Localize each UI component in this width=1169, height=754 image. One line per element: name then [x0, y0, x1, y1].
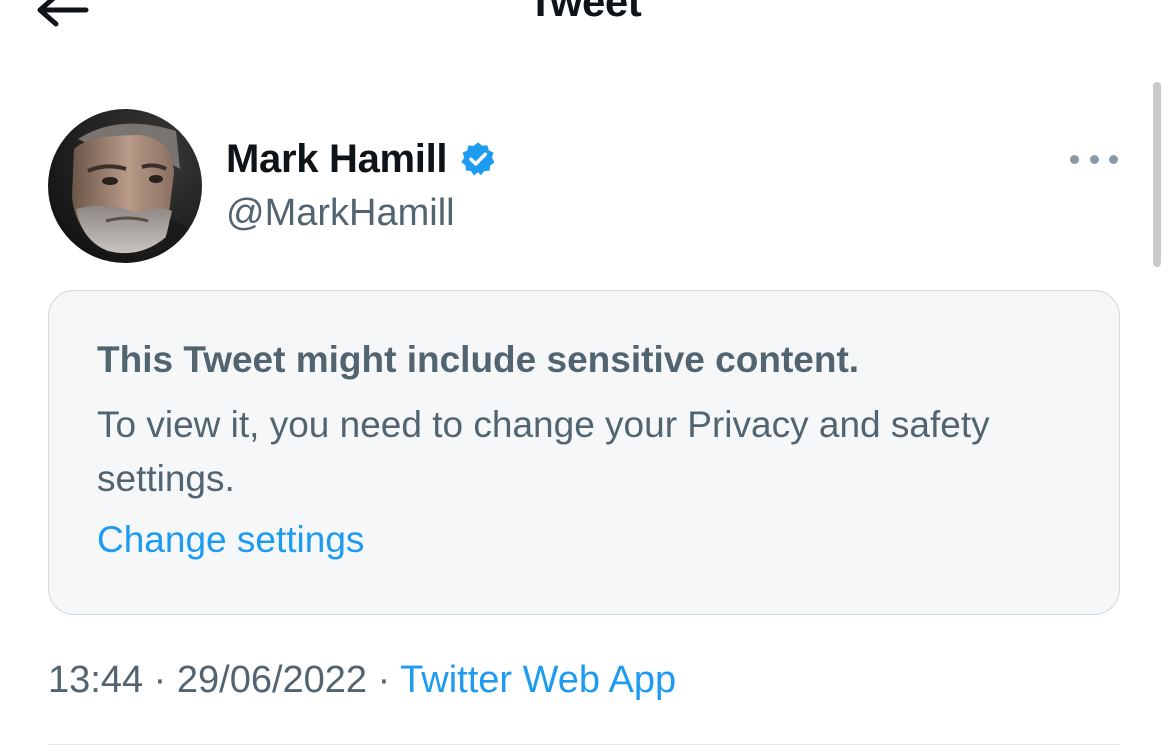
more-options-icon[interactable] — [1070, 145, 1118, 173]
tweet-source-link[interactable]: Twitter Web App — [400, 659, 676, 701]
more-dot — [1089, 154, 1099, 164]
notice-title: This Tweet might include sensitive conte… — [97, 339, 860, 380]
author-name[interactable]: Mark Hamill — [226, 137, 448, 182]
meta-separator: · — [367, 659, 401, 701]
avatar[interactable] — [48, 109, 202, 263]
notice-body: To view it, you need to change your Priv… — [97, 404, 990, 499]
meta-separator: · — [143, 659, 177, 701]
tweet-meta: 13:44 · 29/06/2022 · Twitter Web App — [48, 659, 676, 702]
divider — [48, 744, 1120, 745]
page-title: Tweet — [527, 0, 642, 25]
author-handle[interactable]: @MarkHamill — [226, 192, 455, 235]
scrollbar-thumb[interactable] — [1153, 82, 1161, 267]
verified-badge-icon — [461, 142, 495, 176]
tweet-time: 13:44 — [48, 659, 144, 701]
more-dot — [1070, 154, 1079, 164]
tweet-detail-screen: Tweet Mark Hamill @MarkHamill This Tweet… — [0, 0, 1169, 754]
avatar-photo — [48, 109, 202, 263]
tweet-date: 29/06/2022 — [176, 659, 368, 701]
author-name-row[interactable]: Mark Hamill — [226, 134, 497, 184]
change-settings-link[interactable]: Change settings — [97, 519, 364, 561]
more-dot — [1109, 154, 1118, 164]
sensitive-content-notice: This Tweet might include sensitive conte… — [48, 290, 1120, 615]
